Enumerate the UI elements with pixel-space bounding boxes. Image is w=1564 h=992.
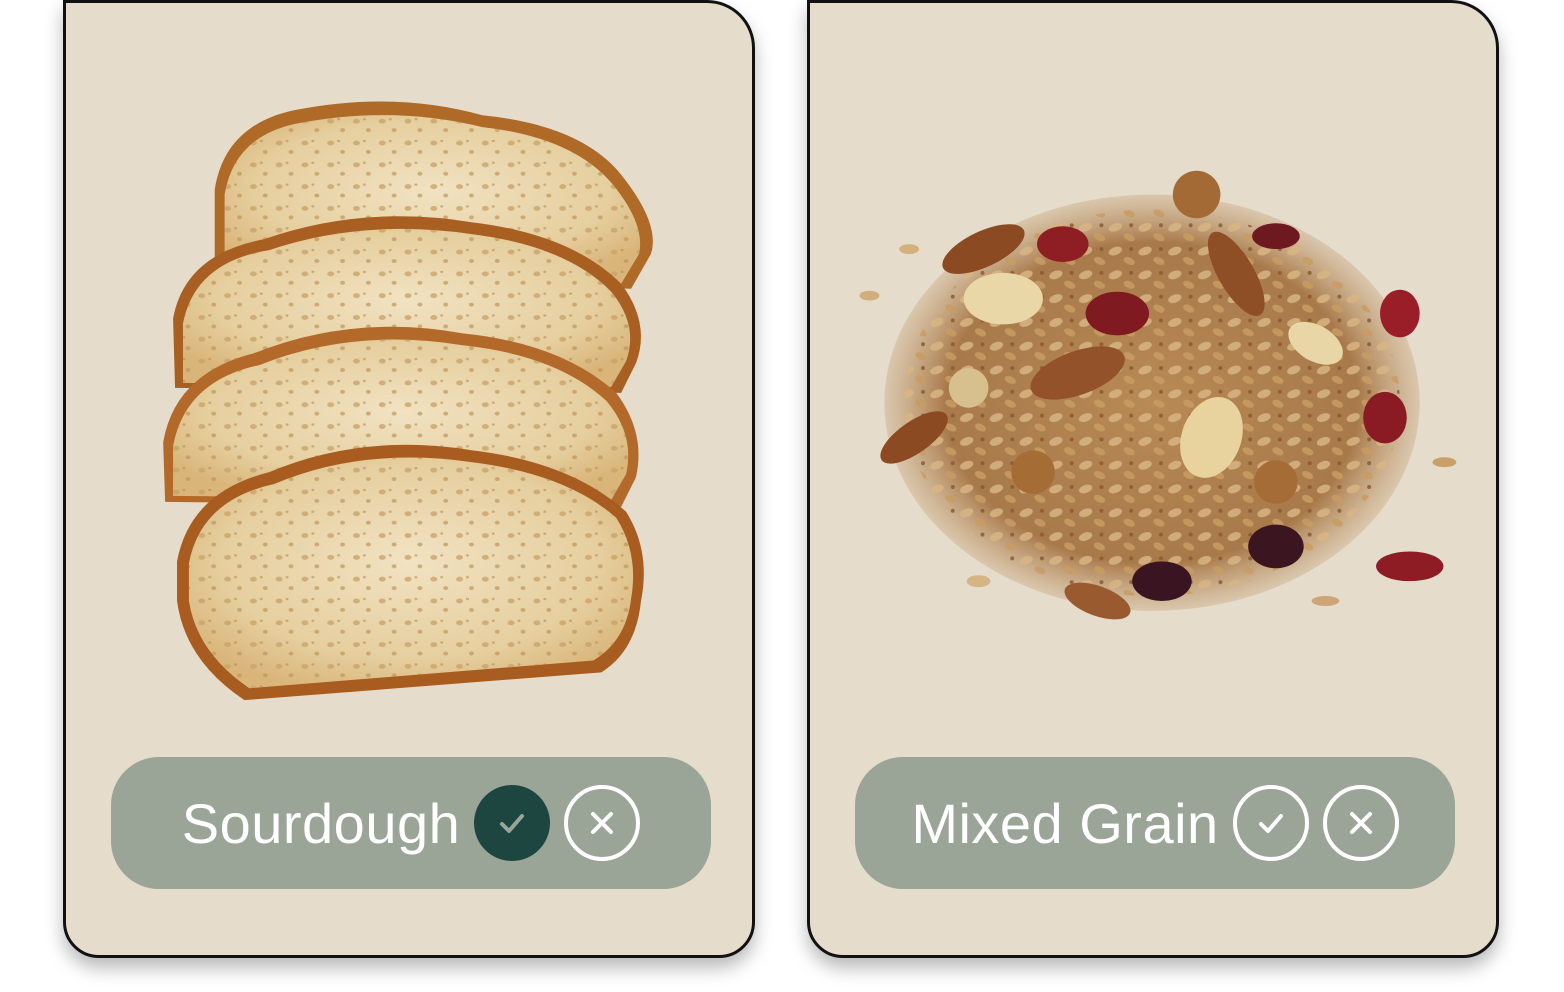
check-icon (1258, 814, 1283, 833)
reject-button[interactable] (564, 785, 641, 861)
choice-pill: Mixed Grain (855, 757, 1455, 889)
choice-pill: Sourdough (111, 757, 711, 889)
option-card-sourdough[interactable]: Sourdough (63, 0, 755, 958)
option-label: Mixed Grain (911, 791, 1219, 855)
accept-button[interactable] (1232, 785, 1309, 861)
option-card-mixed-grain[interactable]: Mixed Grain (807, 0, 1499, 958)
close-icon (1349, 812, 1372, 834)
option-label: Sourdough (181, 791, 461, 855)
reject-button[interactable] (1322, 785, 1399, 861)
sourdough-image (66, 3, 752, 743)
check-icon (500, 814, 525, 833)
accept-button[interactable] (474, 785, 551, 861)
close-icon (591, 812, 614, 834)
mixed-grain-image (810, 3, 1496, 743)
